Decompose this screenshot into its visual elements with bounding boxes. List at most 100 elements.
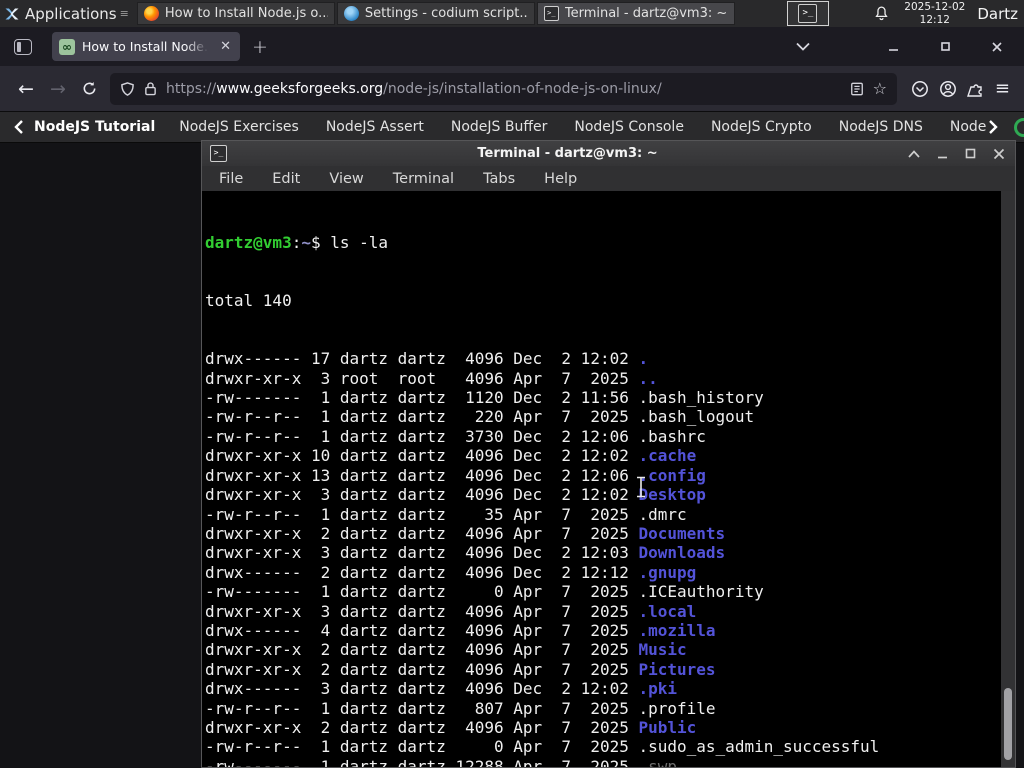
terminal-titlebar[interactable]: >_ Terminal - dartz@vm3: ~ (202, 141, 1015, 166)
terminal-output-line: drwxr-xr-x 3 dartz dartz 4096 Apr 7 2025… (205, 601, 697, 621)
sitenav-item[interactable]: NodeJS Crypto (711, 119, 812, 135)
menu-tabs[interactable]: Tabs (483, 171, 515, 187)
gfg-search-icon[interactable] (1014, 117, 1024, 137)
terminal-icon: >_ (543, 6, 559, 21)
file-name: .dmrc (638, 504, 687, 524)
terminal-shade-button[interactable] (908, 149, 920, 158)
terminal-output-line: drwx------ 17 dartz dartz 4096 Dec 2 12:… (205, 349, 649, 369)
file-name: .cache (638, 446, 697, 466)
terminal-output-line: -rw-r--r-- 1 dartz dartz 807 Apr 7 2025 … (205, 698, 716, 718)
prompt-separator: : (291, 232, 302, 252)
sitenav-item[interactable]: NodeJS Exercises (179, 119, 299, 135)
firefox-view-icon[interactable] (14, 38, 32, 55)
terminal-output-line: -rw------- 1 dartz dartz 1120 Dec 2 11:5… (205, 388, 764, 408)
desktop: Applications ≡ How to Install Node.js o.… (0, 0, 1024, 768)
toolbar-icons: ≡ (911, 78, 1010, 99)
terminal-output-line: -rw-r--r-- 1 dartz dartz 3730 Dec 2 12:0… (205, 426, 706, 446)
file-name: .. (638, 368, 658, 388)
terminal-icon: >_ (210, 145, 227, 162)
site-favicon: ∞ (59, 38, 75, 55)
sitenav-item[interactable]: Node (950, 119, 987, 135)
terminal-screen[interactable]: dartz@vm3:~$ ls -la total 140 drwx------… (202, 191, 1015, 767)
prompt-command: $ ls -la (310, 232, 389, 252)
menu-file[interactable]: File (219, 171, 243, 187)
applications-menu-button[interactable]: Applications ≡ (0, 0, 135, 27)
nav-scroll-left-icon[interactable] (14, 120, 24, 134)
terminal-output-line: -rw-r--r-- 1 dartz dartz 0 Apr 7 2025 .s… (205, 737, 880, 757)
extensions-puzzle-icon[interactable] (966, 80, 985, 98)
sitenav-item[interactable]: NodeJS Console (574, 119, 684, 135)
terminal-minimize-button[interactable] (937, 149, 948, 159)
window-close-button[interactable] (982, 33, 1012, 61)
reader-mode-icon[interactable] (850, 82, 864, 96)
terminal-output-line: -rw------- 1 dartz dartz 12288 Apr 7 202… (205, 757, 1001, 767)
terminal-output-line: drwxr-xr-x 3 root root 4096 Apr 7 2025 .… (205, 368, 658, 388)
menu-edit[interactable]: Edit (272, 171, 300, 187)
sitenav-item[interactable]: NodeJS Assert (326, 119, 424, 135)
taskbar-window-firefox[interactable]: How to Install Node.js o... (136, 2, 335, 25)
notification-bell-icon[interactable] (873, 5, 890, 22)
panel-clock[interactable]: 2025-12-02 12:12 (904, 1, 965, 26)
window-maximize-button[interactable] (930, 33, 960, 61)
terminal-output-line: drwxr-xr-x 10 dartz dartz 4096 Dec 2 12:… (205, 446, 697, 466)
menu-lines-icon: ≡ (119, 7, 129, 20)
menu-view[interactable]: View (329, 171, 363, 187)
terminal-close-button[interactable] (993, 148, 1005, 160)
app-menu-icon[interactable]: ≡ (995, 78, 1010, 99)
terminal-maximize-button[interactable] (965, 148, 976, 159)
file-name: .swp (638, 756, 678, 767)
list-all-tabs-icon[interactable] (788, 33, 818, 61)
browser-tab-active[interactable]: ∞ How to Install Node.js on ✕ (52, 32, 240, 61)
terminal-output-line: -rw-r--r-- 1 dartz dartz 220 Apr 7 2025 … (205, 407, 755, 427)
file-name: .bashrc (638, 426, 706, 446)
terminal-output: dartz@vm3:~$ ls -la total 140 drwx------… (205, 194, 1001, 767)
tray-terminal-launcher[interactable]: >_ (786, 1, 829, 26)
back-button[interactable]: ← (10, 78, 42, 100)
tab-close-icon[interactable]: ✕ (218, 39, 233, 54)
taskbar-window-label: Terminal - dartz@vm3: ~ (564, 6, 728, 21)
nav-scroll-right-icon[interactable] (988, 120, 999, 134)
terminal-prompt-line: dartz@vm3:~$ ls -la (205, 233, 1001, 252)
scrollbar-thumb[interactable] (1004, 688, 1012, 760)
sitenav-item[interactable]: NodeJS DNS (839, 119, 923, 135)
new-tab-button[interactable]: + (252, 36, 268, 58)
tracking-shield-icon[interactable] (120, 81, 135, 97)
navigation-toolbar: ← → https://www.geeksforgeeks.org/node-j… (0, 66, 1024, 112)
taskbar-window-terminal[interactable]: >_ Terminal - dartz@vm3: ~ (536, 2, 735, 25)
taskbar-window-label: How to Install Node.js o... (164, 6, 328, 21)
file-name: Music (638, 640, 687, 660)
menu-help[interactable]: Help (544, 171, 577, 187)
sitenav-item[interactable]: NodeJS Tutorial (34, 119, 155, 135)
terminal-output-line: drwxr-xr-x 2 dartz dartz 4096 Apr 7 2025… (205, 640, 687, 660)
sitenav-item[interactable]: NodeJS Buffer (451, 119, 548, 135)
text-cursor-ibeam (637, 476, 645, 498)
pocket-save-icon[interactable] (911, 80, 929, 98)
url-bar[interactable]: https://www.geeksforgeeks.org/node-js/in… (110, 72, 897, 105)
account-icon[interactable] (939, 80, 957, 98)
clock-time: 12:12 (919, 13, 950, 26)
bookmark-star-icon[interactable]: ☆ (873, 79, 887, 98)
tab-bar: ∞ How to Install Node.js on ✕ + (0, 27, 1024, 66)
user-menu[interactable]: Dartz (977, 5, 1018, 23)
taskbar-window-codium[interactable]: Settings - codium script... (336, 2, 535, 25)
file-name: .mozilla (638, 620, 716, 640)
terminal-output-line: -rw------- 1 dartz dartz 0 Apr 7 2025 .I… (205, 582, 764, 602)
distro-logo-icon (5, 8, 19, 19)
file-name: .local (638, 601, 697, 621)
file-name: .profile (638, 698, 716, 718)
lock-icon[interactable] (144, 81, 157, 96)
menu-terminal[interactable]: Terminal (393, 171, 454, 187)
terminal-output-line: -rw-r--r-- 1 dartz dartz 35 Apr 7 2025 .… (205, 504, 687, 524)
file-name: .sudo_as_admin_successful (638, 737, 880, 757)
terminal-output-line: drwxr-xr-x 2 dartz dartz 4096 Apr 7 2025… (205, 717, 697, 737)
taskbar-window-label: Settings - codium script... (364, 6, 528, 21)
reload-icon[interactable] (74, 75, 104, 103)
file-name: Documents (638, 523, 726, 543)
terminal-output-line: drwxr-xr-x 2 dartz dartz 4096 Apr 7 2025… (205, 523, 726, 543)
file-name: Pictures (638, 659, 716, 679)
codium-icon (343, 6, 359, 21)
terminal-window: >_ Terminal - dartz@vm3: ~ File Edit Vie… (201, 140, 1016, 768)
forward-button[interactable]: → (42, 78, 74, 100)
window-minimize-button[interactable] (878, 33, 908, 61)
terminal-scrollbar[interactable] (1001, 191, 1015, 767)
